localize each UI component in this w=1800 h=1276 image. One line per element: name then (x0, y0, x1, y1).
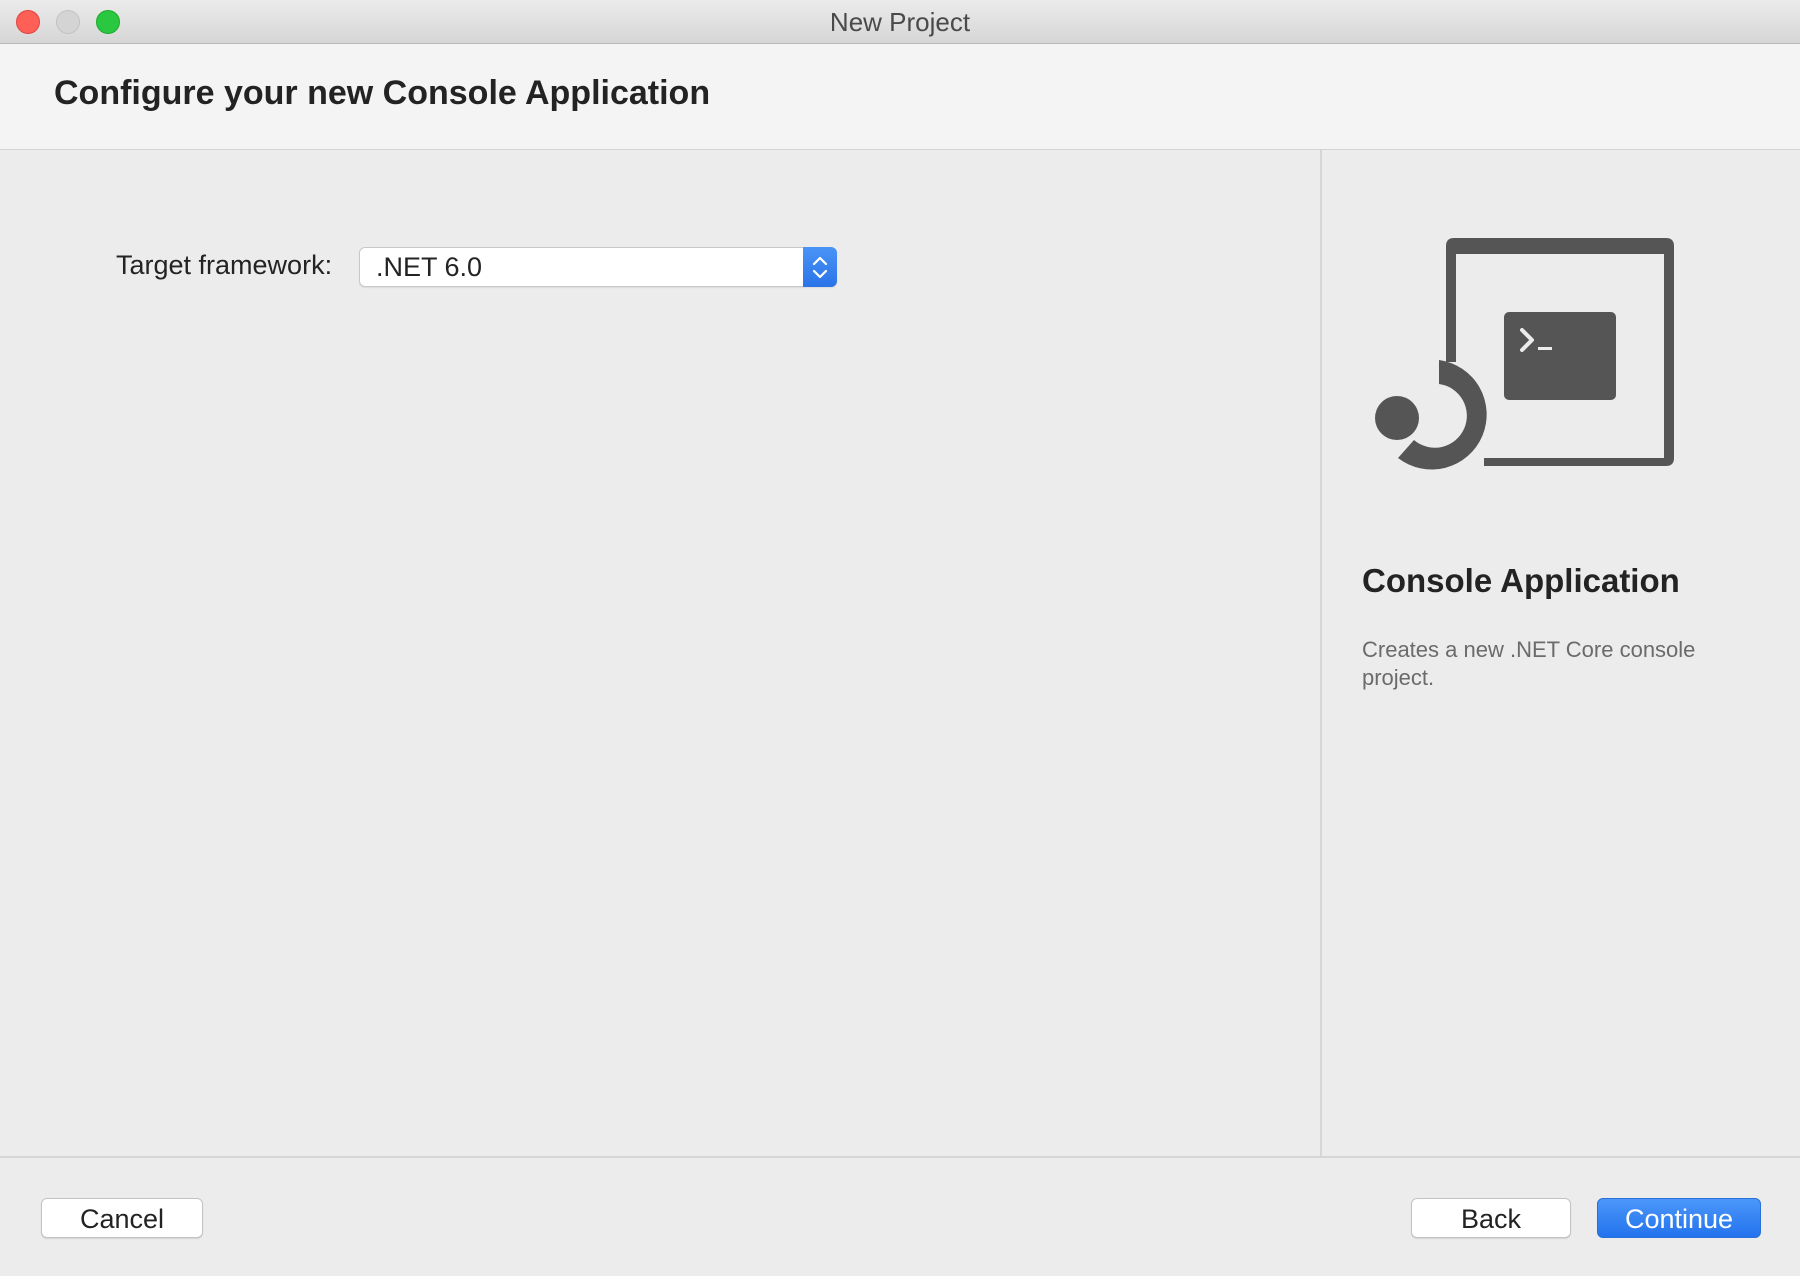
select-chevrons-icon (803, 247, 837, 287)
page-title: Configure your new Console Application (54, 74, 711, 112)
target-framework-value: .NET 6.0 (376, 252, 483, 282)
back-button[interactable]: Back (1411, 1198, 1571, 1238)
template-description: Creates a new .NET Core console project. (1362, 637, 1696, 690)
continue-button[interactable]: Continue (1597, 1198, 1761, 1238)
window-title: New Project (829, 7, 971, 37)
title-bar: New Project (0, 0, 1800, 44)
target-framework-label: Target framework: (116, 250, 333, 280)
console-app-icon (1375, 238, 1674, 470)
new-project-window: New Project Configure your new Console A… (0, 0, 1800, 1276)
configuration-panel (0, 150, 1320, 1156)
template-name: Console Application (1362, 562, 1680, 599)
cancel-button[interactable]: Cancel (41, 1198, 203, 1238)
page-header: Configure your new Console Application (0, 44, 1800, 150)
target-framework-select[interactable]: .NET 6.0 (359, 247, 837, 287)
